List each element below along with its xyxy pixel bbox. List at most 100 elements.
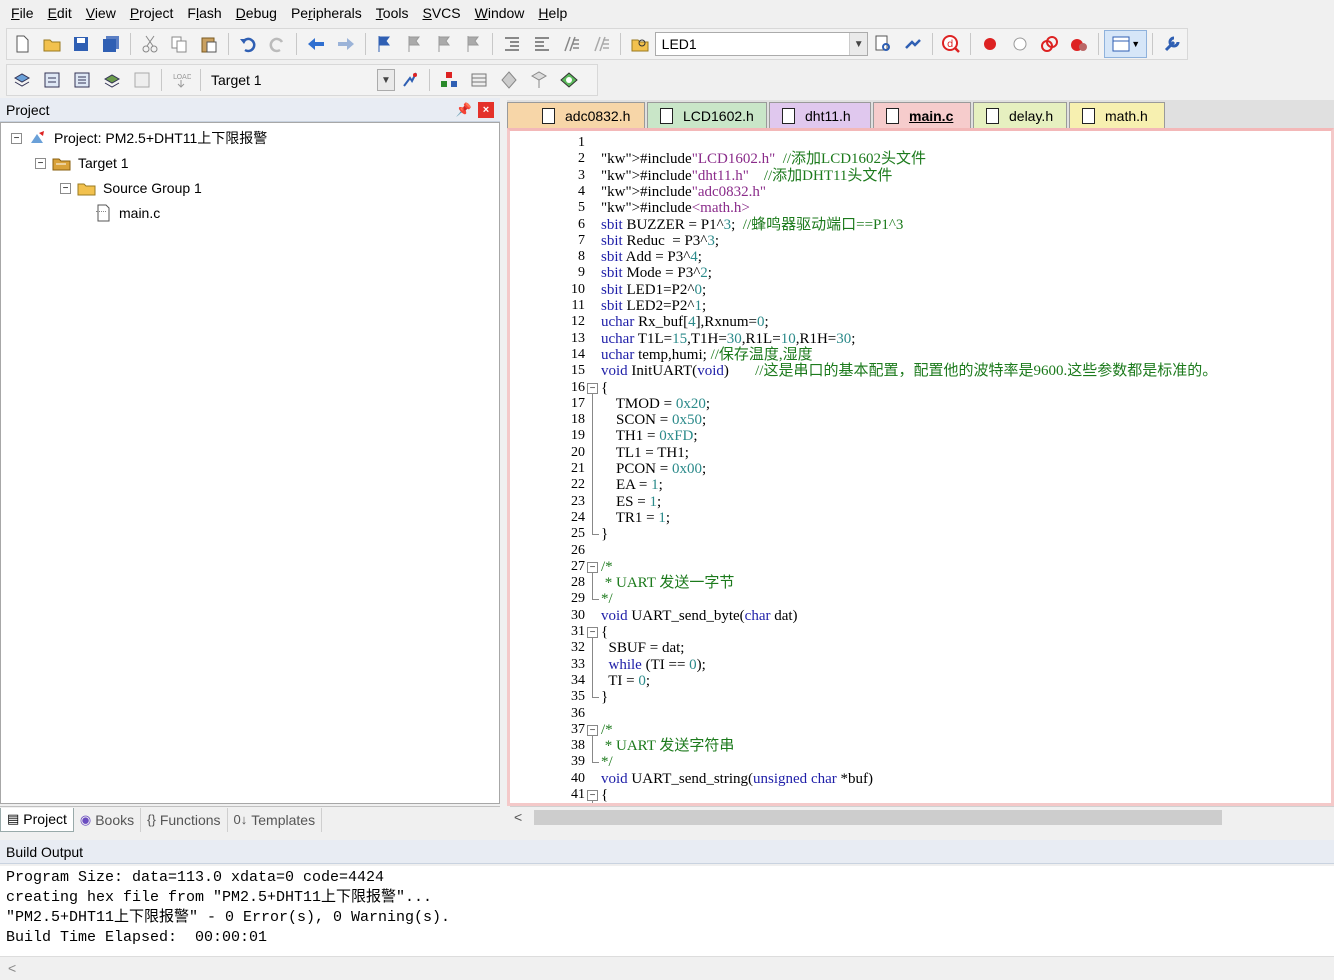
collapse-icon[interactable]: −	[35, 157, 46, 169]
select-packs-icon[interactable]	[495, 66, 523, 94]
code-line[interactable]: uchar Rx_buf[4],Rxnum=0;	[601, 314, 769, 330]
menu-project[interactable]: Project	[123, 0, 181, 26]
download-load-icon[interactable]: LOAD	[167, 66, 195, 94]
code-line[interactable]: sbit LED2=P2^1;	[601, 298, 706, 314]
configure-wrench-icon[interactable]	[1158, 30, 1186, 58]
code-line[interactable]: TI = 0;	[601, 673, 650, 689]
tree-node-target[interactable]: − Target 1	[35, 152, 129, 174]
rebuild-icon[interactable]	[68, 66, 96, 94]
prev-bookmark-icon[interactable]	[400, 30, 428, 58]
code-line[interactable]: uchar temp,humi; //保存温度,湿度	[601, 347, 813, 363]
comment-icon[interactable]	[558, 30, 586, 58]
run-time-environment-icon[interactable]	[555, 66, 583, 94]
tab-templates[interactable]: 0↓ Templates	[228, 807, 323, 832]
code-line[interactable]: sbit Reduc = P3^3;	[601, 233, 719, 249]
fold-toggle-icon[interactable]: −	[587, 790, 598, 801]
fold-toggle-icon[interactable]: −	[587, 382, 598, 394]
breakpoint-kill-all-icon[interactable]	[1065, 30, 1093, 58]
debug-session-icon[interactable]: d	[938, 30, 966, 58]
open-folder-icon[interactable]	[38, 30, 66, 58]
tab-books[interactable]: ◉ Books	[74, 807, 142, 832]
code-line[interactable]: void InitUART(void) //这是串口的基本配置，配置他的波特率是…	[601, 363, 1217, 379]
close-icon[interactable]: ×	[478, 101, 494, 118]
code-line[interactable]: {	[601, 624, 608, 640]
code-line[interactable]: "kw">#include"dht11.h" //添加DHT11头文件	[601, 168, 892, 184]
menu-flash[interactable]: Flash	[180, 0, 228, 26]
menu-peripherals[interactable]: Peripherals	[284, 0, 369, 26]
paste-icon[interactable]	[195, 30, 223, 58]
code-line[interactable]: sbit LED1=P2^0;	[601, 282, 706, 298]
breakpoint-icon[interactable]	[976, 30, 1004, 58]
code-line[interactable]: EA = 1;	[601, 477, 663, 493]
find-combo[interactable]: LED1 ▼	[654, 32, 869, 56]
code-line[interactable]: "kw">#include"adc0832.h"	[601, 184, 766, 200]
code-line[interactable]: sbit Add = P3^4;	[601, 249, 702, 265]
file-extensions-icon[interactable]	[465, 66, 493, 94]
code-line[interactable]: TH1 = 0xFD;	[601, 428, 698, 444]
code-line[interactable]: "kw">#include"LCD1602.h" //添加LCD1602头文件	[601, 151, 926, 167]
code-line[interactable]: SBUF = dat;	[601, 640, 685, 656]
unindent-icon[interactable]	[528, 30, 556, 58]
stop-build-icon[interactable]	[128, 66, 156, 94]
menu-window[interactable]: Window	[468, 0, 532, 26]
menu-tools[interactable]: Tools	[369, 0, 416, 26]
scroll-thumb[interactable]	[534, 810, 1222, 825]
code-line[interactable]: */	[601, 591, 613, 607]
target-combo[interactable]: Target 1 ▼	[205, 68, 395, 92]
collapse-icon[interactable]: −	[60, 182, 71, 194]
fold-toggle-icon[interactable]: −	[587, 627, 598, 638]
code-line[interactable]: }	[601, 689, 608, 705]
code-area[interactable]: "kw">#include"LCD1602.h" //添加LCD1602头文件 "…	[601, 131, 1331, 803]
code-line[interactable]: uchar T1L=15,T1H=30,R1L=10,R1H=30;	[601, 331, 855, 347]
editor-tab-main-c[interactable]: main.c	[873, 102, 971, 128]
code-line[interactable]: TL1 = TH1;	[601, 445, 689, 461]
editor-tab-adc0832-h[interactable]: adc0832.h	[507, 102, 645, 128]
menu-svcs[interactable]: SVCS	[415, 0, 467, 26]
indent-icon[interactable]	[498, 30, 526, 58]
tree-node-project[interactable]: − Project: PM2.5+DHT11上下限报警	[11, 127, 267, 149]
undo-icon[interactable]	[234, 30, 262, 58]
tab-project[interactable]: ▤ Project	[0, 807, 74, 832]
next-bookmark-icon[interactable]	[430, 30, 458, 58]
scroll-left-icon[interactable]: <	[8, 960, 16, 976]
incremental-find-icon[interactable]	[899, 30, 927, 58]
save-all-icon[interactable]	[97, 30, 125, 58]
code-line[interactable]: void UART_send_string(unsigned char *buf…	[601, 771, 873, 787]
fold-toggle-icon[interactable]: −	[587, 561, 598, 573]
cut-icon[interactable]	[136, 30, 164, 58]
chevron-down-icon[interactable]: ▼	[377, 69, 395, 91]
code-editor[interactable]: 1 2 3 4 5 6 7 8 9 10 11 12 13 14 15 16 17 18 19 20 21 22 23 24 2…	[507, 128, 1334, 806]
menu-debug[interactable]: Debug	[229, 0, 284, 26]
pack-installer-icon[interactable]	[525, 66, 553, 94]
code-line[interactable]: }	[601, 526, 608, 542]
code-line[interactable]: void UART_send_byte(char dat)	[601, 608, 798, 624]
build-output-scrollbar[interactable]: <	[0, 956, 1334, 980]
breakpoint-disable-icon[interactable]	[1006, 30, 1034, 58]
code-line[interactable]: sbit BUZZER = P1^3; //蜂鸣器驱动端口==P1^3	[601, 217, 903, 233]
manage-components-icon[interactable]	[435, 66, 463, 94]
target-options-icon[interactable]	[396, 66, 424, 94]
build-icon[interactable]	[38, 66, 66, 94]
menu-edit[interactable]: Edit	[41, 0, 79, 26]
editor-horizontal-scrollbar[interactable]: <	[510, 806, 1334, 828]
uncomment-icon[interactable]	[587, 30, 615, 58]
tree-node-group[interactable]: − Source Group 1	[60, 177, 202, 199]
menu-file[interactable]: File	[4, 0, 41, 26]
editor-tab-dht11-h[interactable]: dht11.h	[769, 102, 871, 128]
menu-help[interactable]: Help	[531, 0, 574, 26]
code-line[interactable]: TMOD = 0x20;	[601, 396, 710, 412]
code-line[interactable]: ES = 1;	[601, 494, 661, 510]
tab-functions[interactable]: {} Functions	[141, 807, 228, 832]
code-line[interactable]: /*	[601, 559, 613, 575]
pin-icon[interactable]: 📌	[456, 102, 472, 118]
chevron-down-icon[interactable]: ▼	[849, 33, 868, 55]
code-line[interactable]: PCON = 0x00;	[601, 461, 706, 477]
fold-toggle-icon[interactable]: −	[587, 724, 598, 736]
tree-node-file[interactable]: main.c	[93, 202, 160, 224]
translate-icon[interactable]	[8, 66, 36, 94]
code-line[interactable]: TR1 = 1;	[601, 510, 670, 526]
save-icon[interactable]	[67, 30, 95, 58]
code-line[interactable]: */	[601, 754, 613, 770]
editor-tab-lcd1602-h[interactable]: LCD1602.h	[647, 102, 767, 128]
code-line[interactable]: /*	[601, 722, 613, 738]
